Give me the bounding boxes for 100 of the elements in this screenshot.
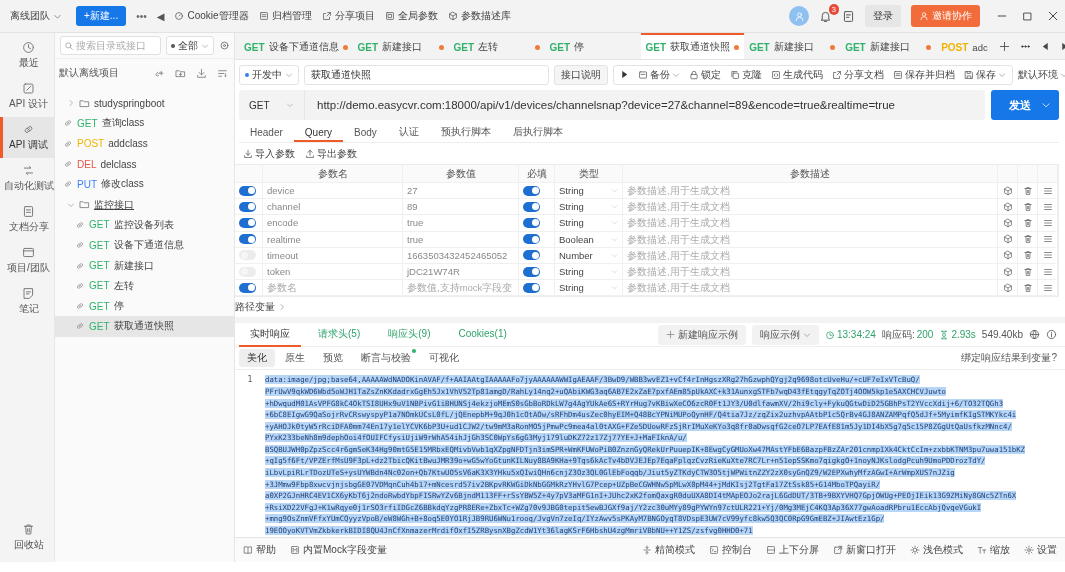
cube-icon[interactable] [1002,250,1013,261]
required-switch[interactable] [523,282,540,293]
status-bar-button[interactable]: 控制台 [709,542,752,557]
cube-icon[interactable] [1002,282,1013,293]
sidebar-item[interactable]: 项目/团队 [0,240,54,281]
request-tab[interactable]: GET 左转 [448,33,545,59]
menu-icon[interactable] [1042,234,1053,245]
search-field[interactable]: 搜索目录或接口 [60,36,161,55]
menu-icon[interactable] [1042,250,1053,261]
param-name[interactable]: realtime [263,231,403,247]
bell-icon[interactable] [819,9,832,23]
menu-icon[interactable] [1042,282,1053,293]
toolbar-button[interactable]: 分享文档 [832,67,884,82]
new-example-button[interactable]: 新建响应示例 [657,324,746,345]
request-tab[interactable]: 预执行脚本 [429,124,502,142]
document-icon[interactable] [842,9,855,23]
tree-item[interactable]: GET 获取通道快照 [55,316,234,337]
folder-item[interactable]: studyspringboot [55,93,234,114]
trash-icon[interactable] [1022,250,1033,261]
menu-item[interactable]: 分享项目 [321,9,375,23]
cube-icon[interactable] [1002,234,1013,245]
status-bar-button[interactable]: 精简模式 [642,542,695,557]
sidebar-item[interactable]: 笔记 [0,281,54,322]
required-switch[interactable] [523,185,540,196]
type-dropdown[interactable]: String [555,183,623,199]
environment-dropdown[interactable]: 默认环境 [1018,67,1065,82]
request-tab[interactable]: GET 新建接口 [352,33,449,59]
toolbar-button[interactable]: 保存 [964,67,1006,82]
param-value-field[interactable]: 参数值,支持mock字段变 [407,282,514,294]
tree-item[interactable]: GET 查询class [55,113,234,134]
more-button[interactable]: ••• [136,10,147,22]
description-field[interactable]: 参数描述,用于生成文档 [627,217,993,229]
trash-icon[interactable] [1022,185,1033,196]
name-field[interactable]: 获取通道快照 [304,64,549,85]
tree-item[interactable]: DEL delclass [55,153,234,175]
request-tab[interactable]: GET 设备下通道信息 [239,33,353,59]
response-tab[interactable]: 实时响应 [239,322,301,347]
param-name[interactable]: timeout [263,247,403,263]
status-bar-button[interactable]: 新窗口打开 [833,542,896,557]
param-name[interactable]: channel [263,199,403,215]
request-tab[interactable]: GET 新建接口 [840,33,937,59]
view-tab[interactable]: 预览 [315,349,351,368]
param-value[interactable]: true [403,215,519,231]
param-value[interactable]: 89 [403,199,519,215]
toolbar-button[interactable]: 克隆 [730,67,762,82]
close-icon[interactable] [1047,10,1059,22]
login-button[interactable]: 登录 [865,5,901,27]
type-dropdown[interactable]: Number [555,247,623,263]
menu-item[interactable]: 参数描述库 [447,9,511,23]
download-icon[interactable] [196,67,207,79]
toggle-switch[interactable] [239,234,256,245]
method-dropdown[interactable]: GET [239,90,305,120]
info-icon[interactable] [1046,329,1057,341]
view-tab[interactable]: 美化 [239,349,275,368]
menu-item[interactable]: 全局参数 [384,9,438,23]
required-switch[interactable] [523,266,540,277]
tree-item[interactable]: POST addclass [55,133,234,154]
param-tool-button[interactable]: 导出参数 [305,146,357,161]
status-bar-button[interactable]: 缩放 [977,542,1010,557]
trash-icon[interactable] [1022,217,1033,228]
menu-icon[interactable] [1042,217,1053,228]
description-field[interactable]: 参数描述,用于生成文档 [627,249,993,261]
status-dropdown[interactable]: 开发中 [239,64,299,85]
plus-icon[interactable] [998,40,1010,52]
param-name[interactable]: token [263,263,403,280]
toggle-switch[interactable] [239,282,256,293]
type-dropdown[interactable]: String [555,215,623,231]
required-switch[interactable] [523,201,540,212]
sidebar-item[interactable]: 文档分享 [0,199,54,240]
description-field[interactable]: 参数描述,用于生成文档 [627,185,993,197]
sidebar-item[interactable]: API 设计 [0,76,54,117]
tree-item[interactable]: GET 设备下通道信息 [55,235,234,256]
triangle-left-icon[interactable] [1040,41,1050,51]
request-tab[interactable]: POST adc [936,33,993,59]
folder-item[interactable]: 监控接口 [55,194,234,215]
sidebar-item[interactable]: API 调试 [0,117,54,158]
param-value[interactable]: 1663503432452465052 [403,247,519,263]
required-switch[interactable] [523,234,540,245]
sort-icon[interactable] [217,67,228,79]
description-field[interactable]: 参数描述,用于生成文档 [627,201,993,213]
toolbar-button[interactable]: 保存并归档 [893,67,955,82]
send-button[interactable]: 发送 [991,90,1059,120]
menu-icon[interactable] [1042,201,1053,212]
status-bar-button[interactable]: 帮助 [243,542,276,557]
triangle-right-icon[interactable] [1059,41,1065,51]
param-value[interactable]: true [403,231,519,247]
path-variables-toggle[interactable]: 路径变量 [235,297,1059,318]
view-tab[interactable]: 可视化 [421,349,467,368]
toolbar-button[interactable]: 锁定 [689,67,721,82]
param-value[interactable]: jDC21W74R [403,263,519,280]
request-tab[interactable]: Body [343,124,388,142]
param-value[interactable]: 27 [403,183,519,199]
trash-icon[interactable] [1022,201,1033,212]
type-dropdown[interactable]: String [555,199,623,215]
back-button[interactable]: ◀ [156,10,165,22]
toolbar-button[interactable]: 备份 [638,67,680,82]
request-tab[interactable]: GET 获取通道快照 [640,33,745,59]
cube-icon[interactable] [1002,185,1013,196]
trash-icon[interactable] [1022,282,1033,293]
status-bar-button[interactable]: 内置Mock字段变量 [290,542,387,557]
